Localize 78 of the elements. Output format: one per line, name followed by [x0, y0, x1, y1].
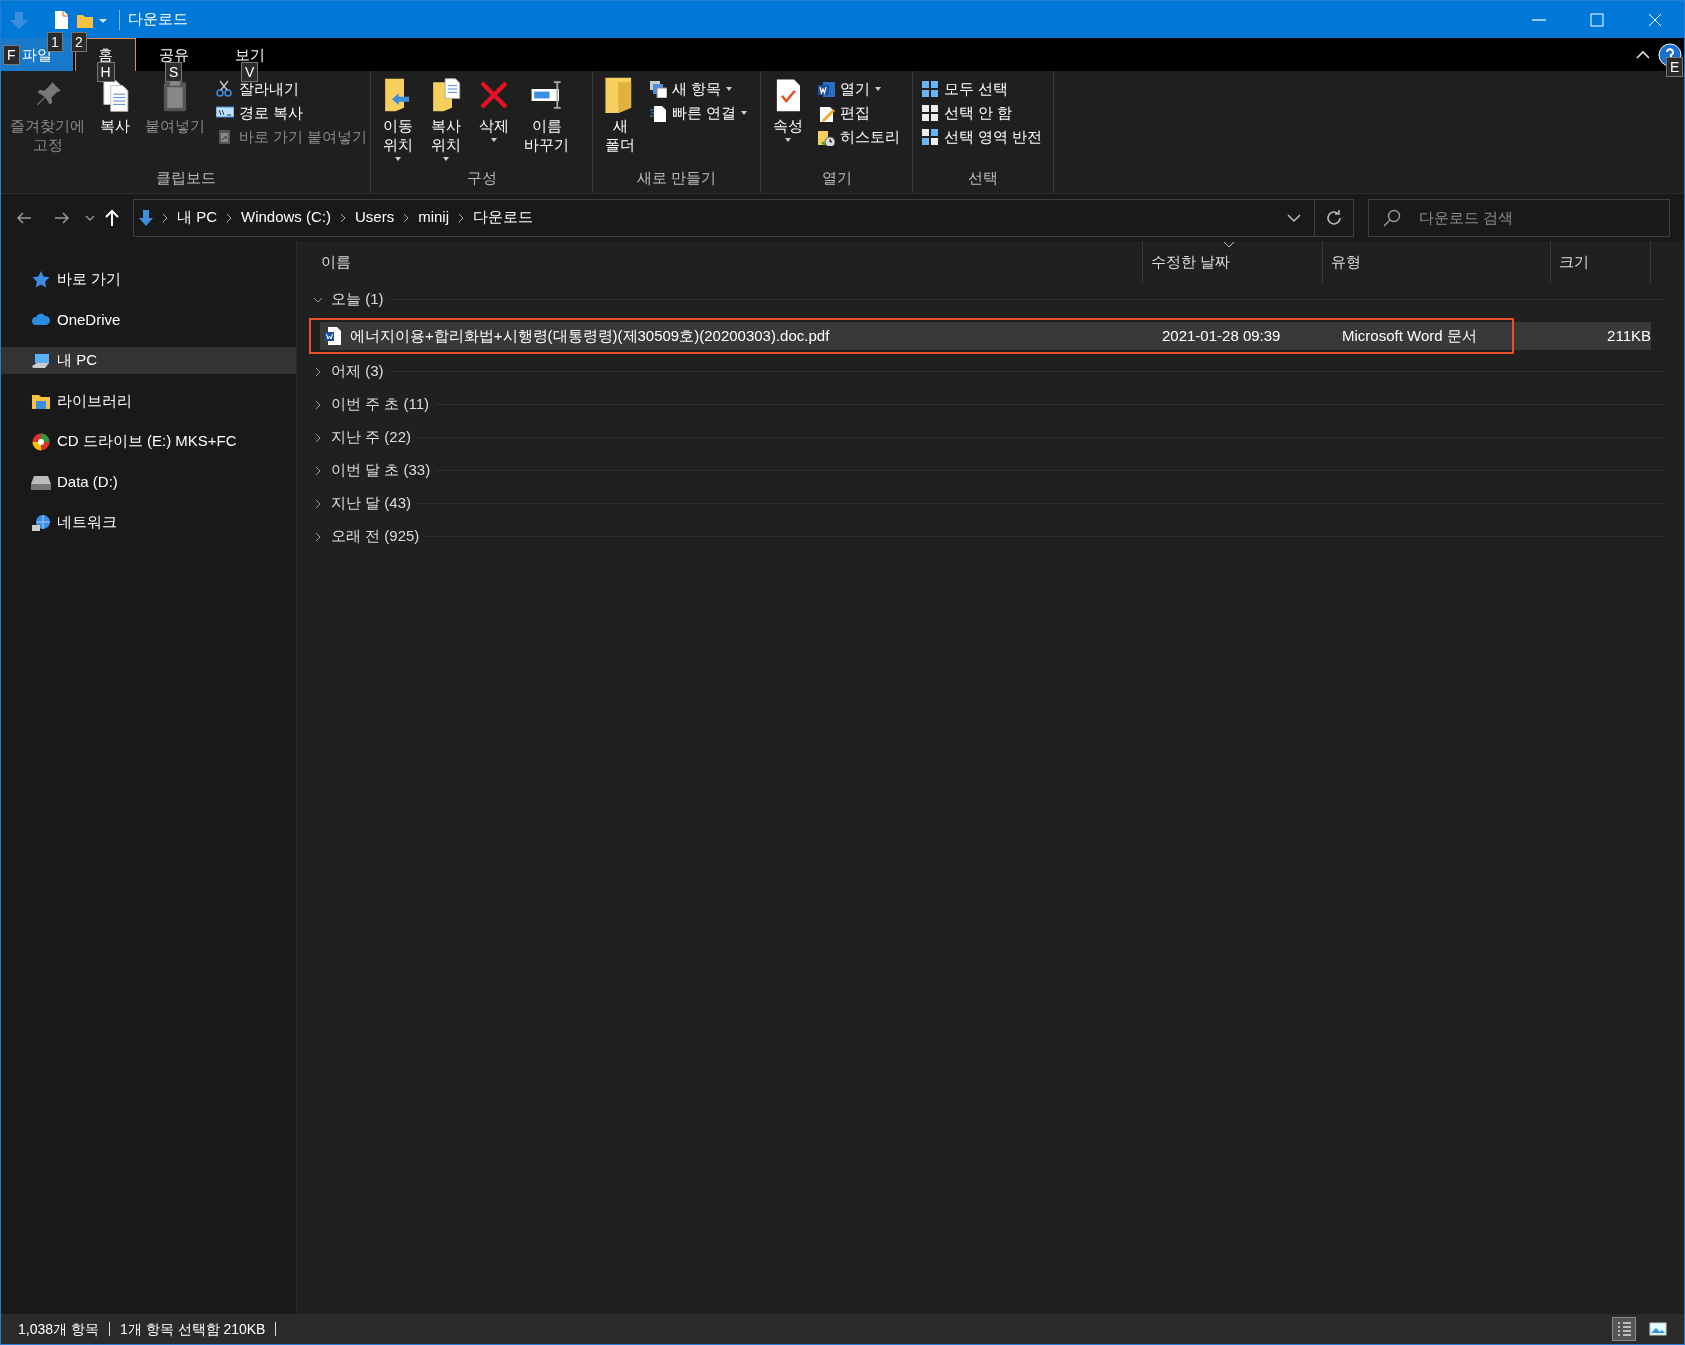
file-size: 211KB [1607, 326, 1651, 344]
group-label: 클립보드 [154, 168, 217, 188]
ribbon-button[interactable]: 열기 [813, 78, 904, 100]
ribbon-button[interactable]: 새 항목 [645, 78, 752, 100]
group-header[interactable]: 오늘 (1) [331, 288, 384, 311]
group-header[interactable]: 지난 달 (43) [331, 492, 411, 515]
group-header[interactable]: 이번 달 초 (33) [331, 459, 431, 482]
key-tip: V [241, 62, 259, 82]
key-tip: 1 [47, 31, 63, 52]
ribbon-button[interactable]: 속성 [765, 75, 811, 144]
breadcrumb-item[interactable]: 내 PC [172, 206, 222, 229]
shortcut-document-icon [649, 104, 667, 122]
folder-clock-icon [817, 128, 835, 146]
key-tip: 2 [71, 31, 87, 52]
group-label: 새로 만들기 [635, 168, 718, 188]
ribbon-button[interactable]: 선택 영역 반전 [917, 126, 1047, 148]
ribbon-button[interactable]: 빠른 연결 [645, 102, 752, 124]
ribbon-button[interactable]: 경로 복사 [212, 102, 372, 124]
file-name: 에너지이용+합리화법+시행령(대통령령)(제30509호)(20200303).doc.pdf [350, 325, 830, 346]
large-icons-view-icon [1649, 1320, 1667, 1338]
cd-drive-icon [31, 431, 51, 452]
modified-date: 2021-01-28 09:39 [1162, 326, 1281, 344]
key-tip: F [3, 45, 20, 65]
sidebar-item[interactable]: Data (D:) [1, 468, 296, 496]
ribbon-button[interactable]: 새 폴더 [597, 75, 643, 156]
scissors-icon [216, 80, 234, 98]
key-tip: S [165, 62, 183, 82]
ribbon-button[interactable]: 이름 바꾸기 [519, 75, 574, 156]
group-header[interactable]: 오래 전 (925) [331, 525, 420, 548]
address-bar[interactable]: 내 PC Windows (C:) Users minij 다운로드 [133, 198, 1354, 237]
sidebar-item[interactable]: 네트워크 [1, 509, 296, 536]
key-tip: E [1666, 56, 1684, 77]
group-header[interactable]: 어제 (3) [331, 360, 384, 383]
status-text: 1,038개 항목 [18, 1319, 99, 1339]
ribbon-button[interactable]: 편집 [813, 102, 904, 124]
group-header[interactable]: 이번 주 초 (11) [331, 393, 430, 416]
breadcrumb-item[interactable]: 다운로드 [468, 206, 539, 229]
network-icon [31, 512, 51, 533]
window-title: 다운로드 [128, 9, 188, 30]
details-view-icon [1615, 1320, 1633, 1338]
new-item-icon [649, 80, 667, 98]
search-field[interactable]: 다운로드 검색 [1368, 198, 1670, 237]
word-document-icon [324, 326, 342, 346]
ribbon-button[interactable]: 복사 위치 [423, 75, 469, 163]
sidebar-item[interactable]: 라이브러리 [1, 387, 296, 415]
word-document-icon [817, 80, 835, 98]
invert-selection-icon [921, 128, 939, 146]
column-header[interactable]: 크기 [1551, 241, 1651, 283]
group-label: 구성 [465, 168, 498, 188]
search-icon [1382, 207, 1402, 228]
ribbon-button[interactable]: 모두 선택 [917, 78, 1047, 100]
group-label: 열기 [820, 168, 853, 188]
ribbon-button[interactable]: 히스토리 [813, 126, 904, 148]
sidebar-item[interactable]: CD 드라이브 (E:) MKS+FC [1, 428, 296, 455]
close-icon [1648, 12, 1662, 27]
ribbon-button[interactable]: 삭제 [471, 75, 517, 144]
select-all-icon [921, 80, 939, 98]
sidebar-item[interactable]: 바로 가기 [1, 266, 296, 293]
column-header[interactable]: 유형 [1323, 241, 1551, 283]
breadcrumb-item[interactable]: Users [350, 206, 400, 229]
group-header[interactable]: 지난 주 (22) [331, 426, 411, 449]
column-header[interactable]: 이름 [309, 241, 1143, 283]
maximize-icon [1590, 12, 1604, 27]
breadcrumb-item[interactable]: minij [413, 206, 455, 229]
file-row[interactable]: 에너지이용+합리화법+시행령(대통령령)(제30509호)(20200303).doc.pdf 2021-01-28 09:39 Microsoft Word 문서 211KB [320, 322, 1651, 350]
select-none-icon [921, 104, 939, 122]
minimize-icon [1532, 18, 1546, 21]
status-text: 1개 항목 선택함 210KB [119, 1319, 266, 1339]
ribbon-button[interactable]: 이동 위치 [375, 75, 421, 163]
column-header[interactable]: 수정한 날짜 [1143, 241, 1323, 283]
edit-pencil-icon [817, 104, 835, 122]
ribbon-button[interactable]: 선택 안 함 [917, 102, 1047, 124]
file-type: Microsoft Word 문서 [1342, 326, 1477, 344]
sidebar-item[interactable]: OneDrive [1, 306, 296, 334]
group-label: 선택 [967, 168, 999, 188]
sidebar-item[interactable]: 내 PC [1, 347, 296, 374]
star-icon [31, 269, 51, 290]
breadcrumb-item[interactable]: Windows (C:) [236, 206, 337, 229]
